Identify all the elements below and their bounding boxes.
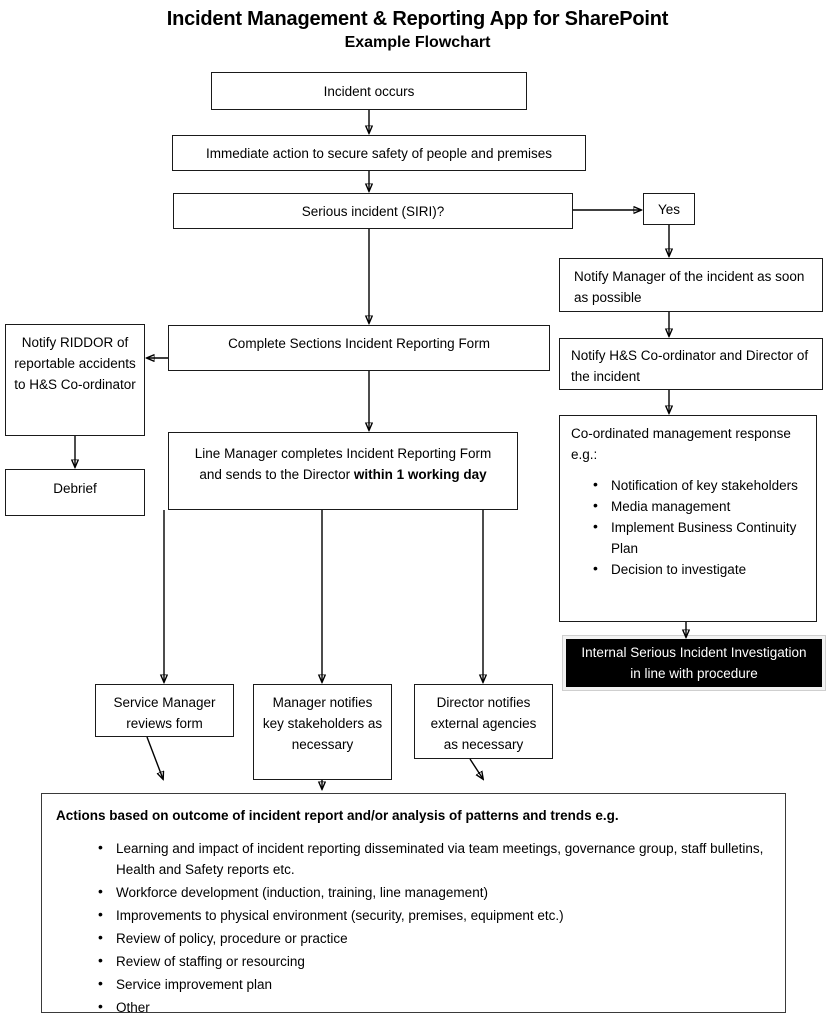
connector-director-notifies-to-actions xyxy=(469,758,483,779)
flowchart-page: Incident Management & Reporting App for … xyxy=(0,0,835,1024)
flow-connectors xyxy=(0,110,835,1024)
connector-service-manager-to-actions xyxy=(146,736,163,779)
